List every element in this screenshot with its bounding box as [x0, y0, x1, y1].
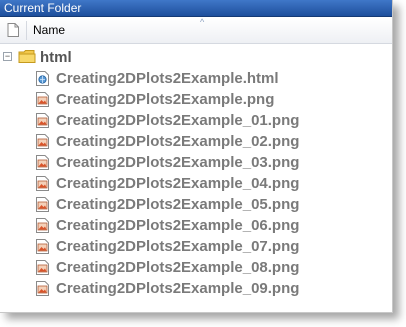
- html-file-icon: [36, 71, 49, 91]
- file-row[interactable]: Creating2DPlots2Example.png: [0, 89, 392, 110]
- file-name: Creating2DPlots2Example_08.png: [56, 259, 300, 276]
- file-name: Creating2DPlots2Example_03.png: [56, 154, 300, 171]
- file-name: Creating2DPlots2Example.html: [56, 70, 279, 87]
- png-file-icon: [36, 239, 49, 259]
- folder-icon: [18, 49, 36, 69]
- file-row[interactable]: Creating2DPlots2Example_07.png: [0, 236, 392, 257]
- folder-label: html: [40, 49, 72, 66]
- file-row[interactable]: Creating2DPlots2Example_08.png: [0, 257, 392, 278]
- current-folder-panel: Current Folder Name ^ − html Creating2DP…: [0, 0, 393, 313]
- file-name: Creating2DPlots2Example_06.png: [56, 217, 300, 234]
- column-separator: [26, 21, 27, 40]
- file-name: Creating2DPlots2Example_02.png: [56, 133, 300, 150]
- file-row[interactable]: Creating2DPlots2Example_04.png: [0, 173, 392, 194]
- file-row[interactable]: Creating2DPlots2Example_06.png: [0, 215, 392, 236]
- file-row[interactable]: Creating2DPlots2Example_09.png: [0, 278, 392, 299]
- png-file-icon: [36, 113, 49, 133]
- folder-row-html[interactable]: − html: [0, 47, 392, 68]
- file-row[interactable]: Creating2DPlots2Example_03.png: [0, 152, 392, 173]
- png-file-icon: [36, 134, 49, 154]
- png-file-icon: [36, 176, 49, 196]
- file-row[interactable]: Creating2DPlots2Example_01.png: [0, 110, 392, 131]
- png-file-icon: [36, 281, 49, 301]
- file-row[interactable]: Creating2DPlots2Example_05.png: [0, 194, 392, 215]
- png-file-icon: [36, 260, 49, 280]
- file-name: Creating2DPlots2Example_05.png: [56, 196, 300, 213]
- png-file-icon: [36, 155, 49, 175]
- file-type-column-icon[interactable]: [7, 23, 19, 42]
- column-header: Name ^: [0, 17, 392, 44]
- png-file-icon: [36, 218, 49, 238]
- file-row[interactable]: Creating2DPlots2Example_02.png: [0, 131, 392, 152]
- file-name: Creating2DPlots2Example_01.png: [56, 112, 300, 129]
- file-name: Creating2DPlots2Example_09.png: [56, 280, 300, 297]
- png-file-icon: [36, 92, 49, 112]
- file-row[interactable]: Creating2DPlots2Example.html: [0, 68, 392, 89]
- file-name: Creating2DPlots2Example_04.png: [56, 175, 300, 192]
- file-name: Creating2DPlots2Example.png: [56, 91, 275, 108]
- png-file-icon: [36, 197, 49, 217]
- collapse-toggle-icon[interactable]: −: [3, 52, 12, 61]
- sort-ascending-icon: ^: [200, 17, 205, 27]
- panel-title: Current Folder: [0, 0, 392, 17]
- name-column-header[interactable]: Name: [33, 18, 65, 43]
- file-name: Creating2DPlots2Example_07.png: [56, 238, 300, 255]
- file-tree: − html Creating2DPlots2Example.html Creat…: [0, 44, 392, 312]
